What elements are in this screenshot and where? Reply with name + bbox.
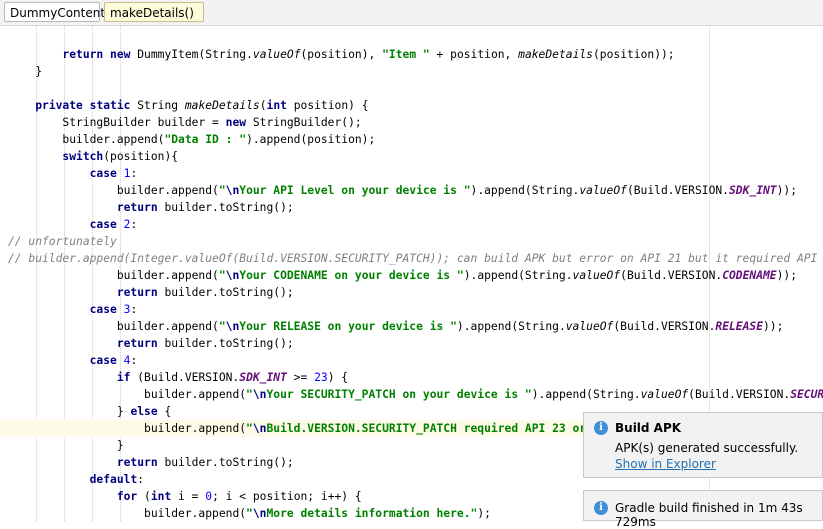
code-line: // builder.append(Integer.valueOf(Build.… (8, 252, 818, 265)
code-line: for (int i = 0; i < position; i++) { (116, 490, 362, 503)
code-line: case 1: (89, 167, 138, 180)
code-line: case 3: (89, 303, 138, 316)
code-line: builder.append("\nYour API Level on your… (8, 184, 797, 197)
code-line: private static String makeDetails(int po… (35, 99, 369, 112)
code-line: case 4: (89, 354, 138, 367)
build-apk-notification[interactable]: i Build APK APK(s) generated successfull… (583, 412, 823, 478)
code-line: builder.append("\nYour RELEASE on your d… (8, 320, 784, 333)
code-line: if (Build.VERSION.SDK_INT >= 23) { (116, 371, 349, 384)
code-line: return builder.toString(); (116, 337, 294, 350)
code-line: builder.append("\nYour CODENAME on your … (8, 269, 798, 282)
gradle-build-notification[interactable]: i Gradle build finished in 1m 43s 729ms (583, 490, 823, 529)
code-line: return builder.toString(); (116, 201, 294, 214)
show-in-explorer-link[interactable]: Show in Explorer (615, 457, 716, 471)
code-line: return new DummyItem(String.valueOf(posi… (62, 48, 675, 61)
code-line: return builder.toString(); (116, 286, 294, 299)
code-line: builder.append("\nYour SECURITY_PATCH on… (8, 388, 823, 401)
code-line: builder.append("Data ID : ").append(posi… (8, 133, 376, 146)
code-line: } (8, 439, 124, 452)
code-line: default: (89, 473, 145, 486)
code-line: switch(position){ (62, 150, 179, 163)
breadcrumb: DummyContent makeDetails() (0, 0, 823, 26)
info-icon: i (594, 501, 608, 515)
code-line: } else { (8, 405, 172, 418)
code-line: StringBuilder builder = new StringBuilde… (8, 116, 362, 129)
code-line: } (8, 65, 43, 78)
breadcrumb-method[interactable]: makeDetails() (104, 2, 204, 22)
notification-message: APK(s) generated successfully. (615, 441, 799, 455)
notification-title: Build APK (615, 421, 682, 435)
breadcrumb-class[interactable]: DummyContent (4, 2, 105, 22)
code-line: case 2: (89, 218, 138, 231)
notification-message: Gradle build finished in 1m 43s 729ms (615, 501, 803, 529)
info-icon: i (594, 421, 608, 435)
code-line: // unfortunately (8, 235, 117, 248)
code-line: builder.append("\nMore details informati… (8, 507, 491, 520)
code-line: return builder.toString(); (116, 456, 294, 469)
